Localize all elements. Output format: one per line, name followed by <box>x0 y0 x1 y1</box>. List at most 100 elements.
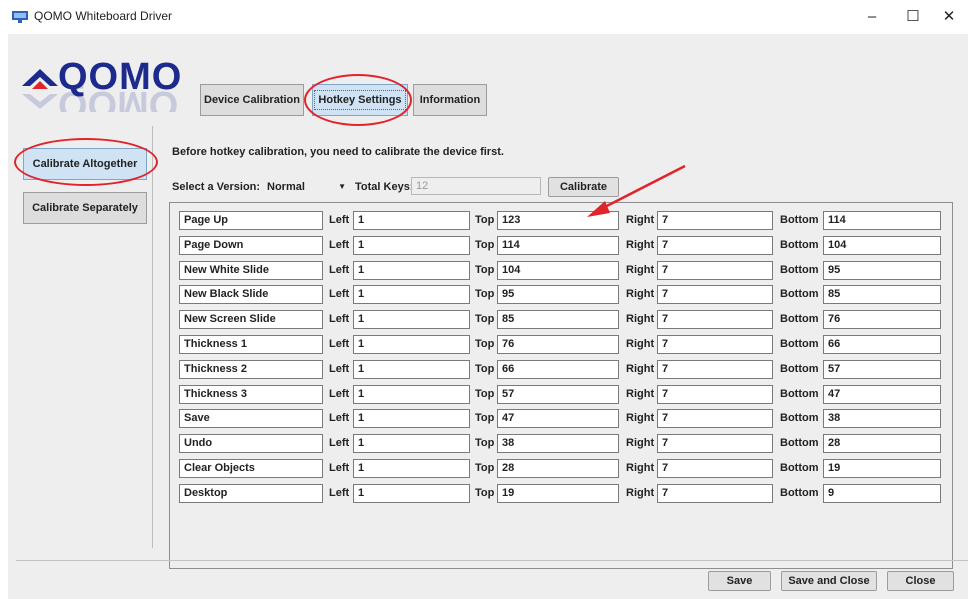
hotkey-row: Thickness 2 Left 1 Top 66 Right 7 Bottom… <box>170 359 954 380</box>
left-value-field[interactable]: 1 <box>353 310 470 330</box>
right-value-field[interactable]: 7 <box>657 285 773 305</box>
right-value-field[interactable]: 7 <box>657 335 773 354</box>
hotkey-name-field[interactable]: Thickness 3 <box>179 384 323 404</box>
left-value-field[interactable]: 1 <box>353 483 470 503</box>
top-value-field[interactable]: 57 <box>497 384 619 404</box>
hotkey-name-field[interactable]: New White Slide <box>179 260 323 280</box>
bottom-value-field[interactable]: 66 <box>823 335 941 354</box>
top-label: Top <box>475 462 495 474</box>
left-value-field[interactable]: 1 <box>353 459 470 478</box>
version-value: Normal <box>267 180 305 193</box>
right-value-field[interactable]: 7 <box>657 310 773 330</box>
hotkey-name-field[interactable]: Thickness 2 <box>179 359 323 379</box>
top-value-field[interactable]: 38 <box>497 434 619 454</box>
top-value-field[interactable]: 123 <box>497 211 619 230</box>
hotkey-row: Thickness 3 Left 1 Top 57 Right 7 Bottom… <box>170 384 954 405</box>
right-value-field[interactable]: 7 <box>657 235 773 255</box>
hotkey-name-field[interactable]: Save <box>179 409 323 429</box>
hotkey-name-field[interactable]: Desktop <box>179 483 323 503</box>
left-label: Left <box>329 362 350 375</box>
maximize-button[interactable]: ☐ <box>893 4 933 30</box>
bottom-value-field[interactable]: 95 <box>823 260 941 280</box>
right-label: Right <box>626 338 655 350</box>
left-value-field[interactable]: 1 <box>353 235 470 255</box>
right-value-field[interactable]: 7 <box>657 359 773 379</box>
left-value-field[interactable]: 1 <box>353 359 470 379</box>
right-label: Right <box>626 263 655 276</box>
logo-reflection-text: QOMO <box>58 83 178 112</box>
right-value-field[interactable]: 7 <box>657 434 773 454</box>
hotkey-name-field[interactable]: Thickness 1 <box>179 335 323 354</box>
bottom-value-field[interactable]: 114 <box>823 211 941 230</box>
calibrate-button[interactable]: Calibrate <box>548 177 619 197</box>
top-label: Top <box>475 288 495 301</box>
right-value-field[interactable]: 7 <box>657 409 773 429</box>
hotkey-name-field[interactable]: Undo <box>179 434 323 454</box>
hotkey-name-field[interactable]: New Screen Slide <box>179 310 323 330</box>
bottom-value-field[interactable]: 47 <box>823 384 941 404</box>
top-value-field[interactable]: 28 <box>497 459 619 478</box>
window-title: QOMO Whiteboard Driver <box>34 9 173 23</box>
top-value-field[interactable]: 85 <box>497 310 619 330</box>
calibrate-altogether-button[interactable]: Calibrate Altogether <box>23 148 147 180</box>
close-window-button[interactable]: ✕ <box>929 4 968 30</box>
bottom-label: Bottom <box>780 437 819 450</box>
sidebar-item-label: Calibrate Separately <box>32 202 138 214</box>
top-value-field[interactable]: 47 <box>497 409 619 429</box>
hotkey-table: Page Up Left 1 Top 123 Right 7 Bottom 11… <box>169 202 953 569</box>
save-button[interactable]: Save <box>708 571 771 591</box>
hotkey-row: Thickness 1 Left 1 Top 76 Right 7 Bottom… <box>170 335 954 355</box>
top-value-field[interactable]: 95 <box>497 285 619 305</box>
bottom-value-field[interactable]: 85 <box>823 285 941 305</box>
right-label: Right <box>626 462 655 474</box>
bottom-value-field[interactable]: 104 <box>823 235 941 255</box>
left-value-field[interactable]: 1 <box>353 285 470 305</box>
calibration-instruction: Before hotkey calibration, you need to c… <box>172 146 504 158</box>
top-value-field[interactable]: 66 <box>497 359 619 379</box>
right-label: Right <box>626 288 655 301</box>
left-value-field[interactable]: 1 <box>353 335 470 354</box>
version-select[interactable]: Normal ▼ <box>263 178 350 195</box>
save-and-close-button[interactable]: Save and Close <box>781 571 877 591</box>
left-value-field[interactable]: 1 <box>353 384 470 404</box>
tab-device-calibration[interactable]: Device Calibration <box>200 84 304 116</box>
version-label: Select a Version: <box>172 181 261 193</box>
calibrate-separately-button[interactable]: Calibrate Separately <box>23 192 147 224</box>
left-value-field[interactable]: 1 <box>353 434 470 454</box>
left-label: Left <box>329 214 350 226</box>
minimize-button[interactable]: – <box>852 4 892 30</box>
close-button[interactable]: Close <box>887 571 954 591</box>
left-value-field[interactable]: 1 <box>353 260 470 280</box>
bottom-value-field[interactable]: 38 <box>823 409 941 429</box>
bottom-label: Bottom <box>780 338 819 350</box>
bottom-value-field[interactable]: 28 <box>823 434 941 454</box>
top-value-field[interactable]: 19 <box>497 483 619 503</box>
right-value-field[interactable]: 7 <box>657 483 773 503</box>
hotkey-name-field[interactable]: Clear Objects <box>179 459 323 478</box>
top-label: Top <box>475 238 495 251</box>
hotkey-row: Save Left 1 Top 47 Right 7 Bottom 38 <box>170 409 954 429</box>
tab-hotkey-settings[interactable]: Hotkey Settings <box>312 84 408 116</box>
right-label: Right <box>626 486 655 499</box>
bottom-value-field[interactable]: 19 <box>823 459 941 478</box>
top-value-field[interactable]: 114 <box>497 235 619 255</box>
bottom-label: Bottom <box>780 214 819 226</box>
sidebar-divider <box>152 126 153 548</box>
top-value-field[interactable]: 76 <box>497 335 619 354</box>
title-bar: QOMO Whiteboard Driver – ☐ ✕ <box>0 0 968 34</box>
right-value-field[interactable]: 7 <box>657 211 773 230</box>
left-value-field[interactable]: 1 <box>353 211 470 230</box>
hotkey-name-field[interactable]: New Black Slide <box>179 285 323 305</box>
bottom-value-field[interactable]: 76 <box>823 310 941 330</box>
top-label: Top <box>475 313 495 326</box>
hotkey-name-field[interactable]: Page Up <box>179 211 323 230</box>
right-value-field[interactable]: 7 <box>657 260 773 280</box>
left-value-field[interactable]: 1 <box>353 409 470 429</box>
right-value-field[interactable]: 7 <box>657 459 773 478</box>
top-value-field[interactable]: 104 <box>497 260 619 280</box>
bottom-value-field[interactable]: 57 <box>823 359 941 379</box>
hotkey-name-field[interactable]: Page Down <box>179 235 323 255</box>
bottom-value-field[interactable]: 9 <box>823 483 941 503</box>
tab-information[interactable]: Information <box>413 84 487 116</box>
right-value-field[interactable]: 7 <box>657 384 773 404</box>
